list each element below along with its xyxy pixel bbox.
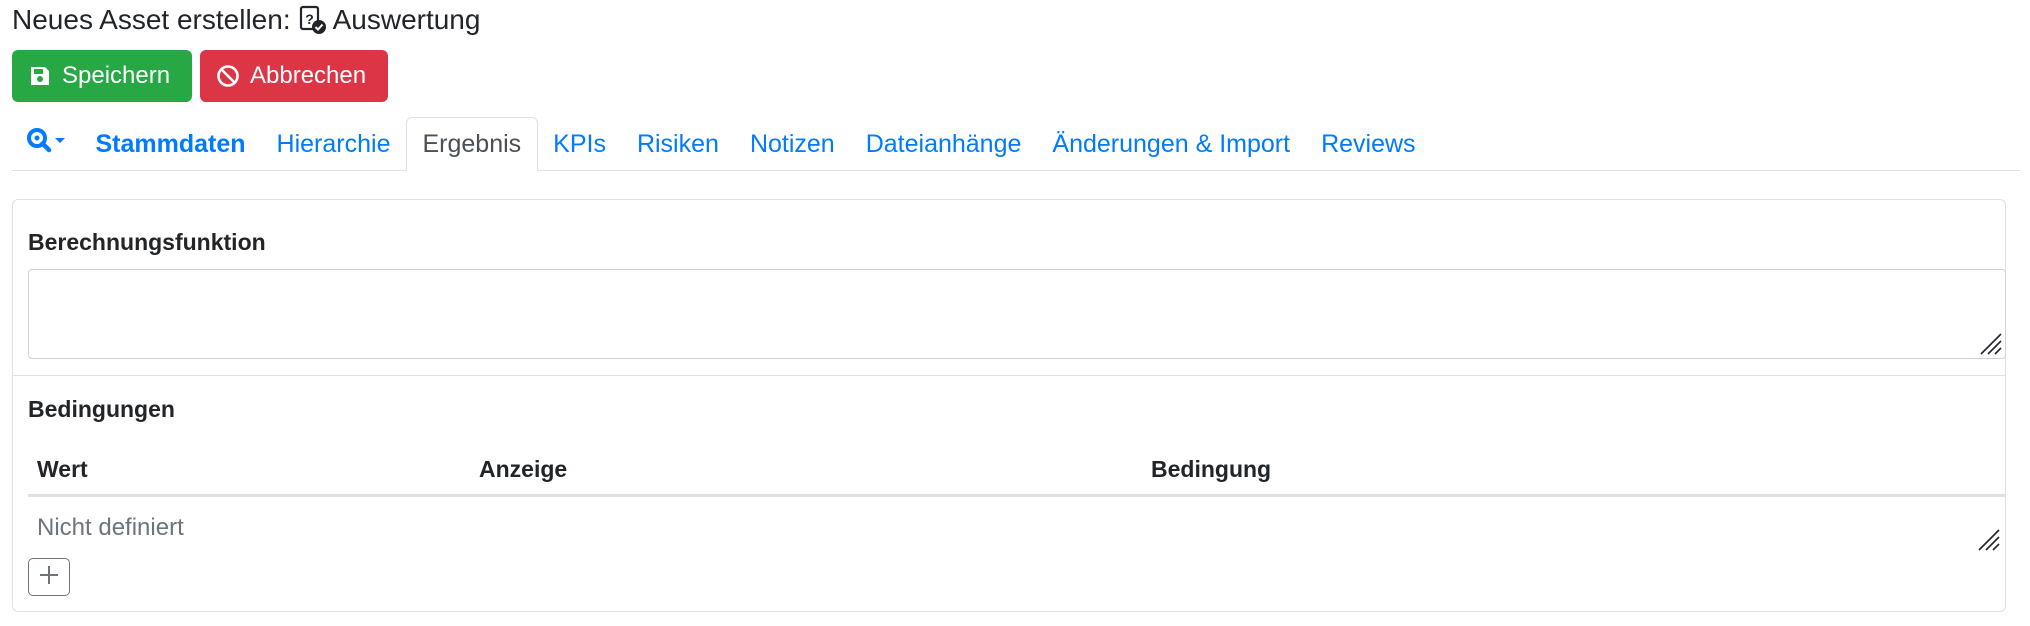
resize-grip-icon[interactable] bbox=[1975, 526, 2001, 552]
plus-icon bbox=[38, 564, 60, 591]
tab-bar: Stammdaten Hierarchie Ergebnis KPIs Risi… bbox=[12, 116, 2020, 171]
floppy-disk-icon bbox=[28, 64, 52, 88]
calculation-function-label: Berechnungsfunktion bbox=[28, 229, 266, 255]
tab-risiken[interactable]: Risiken bbox=[621, 118, 734, 170]
page-title: Neues Asset erstellen: ? Auswertung bbox=[12, 2, 480, 38]
tab-stammdaten[interactable]: Stammdaten bbox=[80, 118, 261, 170]
tab-kpis[interactable]: KPIs bbox=[538, 118, 622, 170]
save-button[interactable]: Speichern bbox=[12, 50, 192, 102]
calculation-function-input[interactable] bbox=[28, 269, 2006, 359]
conditions-table-header: Wert Anzeige Bedingung bbox=[28, 447, 2006, 497]
chevron-down-icon bbox=[55, 137, 65, 143]
cancel-button-label: Abbrechen bbox=[250, 62, 367, 89]
tab-notizen[interactable]: Notizen bbox=[734, 118, 850, 170]
tab-aenderungen-import[interactable]: Änderungen & Import bbox=[1037, 118, 1306, 170]
resize-grip-icon[interactable] bbox=[1977, 330, 2003, 356]
save-button-label: Speichern bbox=[62, 62, 171, 89]
empty-table-message: Nicht definiert bbox=[37, 514, 184, 541]
tab-ergebnis[interactable]: Ergebnis bbox=[405, 117, 538, 171]
column-header-wert: Wert bbox=[37, 456, 88, 482]
conditions-label: Bedingungen bbox=[28, 396, 175, 422]
tab-hierarchie[interactable]: Hierarchie bbox=[261, 118, 406, 170]
tab-reviews[interactable]: Reviews bbox=[1306, 118, 1431, 170]
column-header-anzeige: Anzeige bbox=[479, 456, 568, 482]
tab-search-dropdown[interactable] bbox=[12, 118, 80, 170]
column-header-bedingung: Bedingung bbox=[1151, 456, 1272, 482]
cancel-button[interactable]: Abbrechen bbox=[200, 50, 388, 102]
ban-icon bbox=[216, 64, 240, 88]
tab-dateianhaenge[interactable]: Dateianhänge bbox=[850, 118, 1037, 170]
page-title-prefix: Neues Asset erstellen: bbox=[12, 4, 291, 35]
search-location-icon bbox=[26, 127, 66, 162]
add-condition-button[interactable] bbox=[28, 558, 70, 596]
asset-type-label: Auswertung bbox=[332, 4, 481, 35]
toolbar: Speichern Abbrechen bbox=[12, 50, 388, 102]
question-document-check-icon: ? bbox=[299, 5, 327, 35]
section-divider bbox=[13, 375, 2005, 376]
ergebnis-panel: Berechnungsfunktion Bedingungen Wert Anz… bbox=[12, 199, 2006, 612]
